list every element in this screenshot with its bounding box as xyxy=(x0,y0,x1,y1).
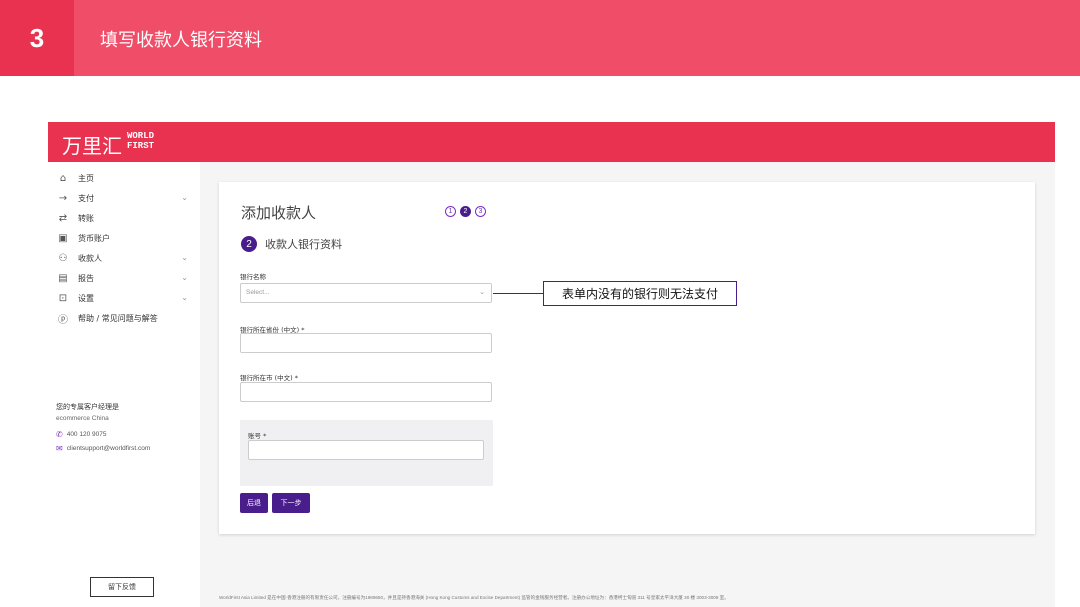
manager-email[interactable]: ✉ clientsupport@worldfirst.com xyxy=(56,444,150,453)
sidebar-item-label: 支付 xyxy=(78,193,94,203)
arrow-right-icon: → xyxy=(58,192,68,204)
annotation-callout: 表单内没有的银行则无法支付 xyxy=(543,281,737,306)
account-manager-title: 您的专属客户经理是 xyxy=(56,403,119,411)
chevron-down-icon: ⌄ xyxy=(181,293,188,302)
sidebar-item-label: 主页 xyxy=(78,173,94,183)
logo-en-line2: FIRST xyxy=(127,141,155,151)
manager-phone-text: 400 120 9075 xyxy=(66,431,107,438)
back-button[interactable]: 后退 xyxy=(240,493,268,513)
sidebar-item-transfer[interactable]: ⇄ 转账 xyxy=(56,210,188,226)
sidebar-item-reports[interactable]: ▤ 报告 ⌄ xyxy=(56,270,188,286)
chevron-down-icon: ⌄ xyxy=(181,273,188,282)
next-button[interactable]: 下一步 xyxy=(272,493,310,513)
province-input[interactable] xyxy=(240,333,492,353)
city-label: 银行所在市 (中文) * xyxy=(240,374,298,382)
manager-phone[interactable]: ✆ 400 120 9075 xyxy=(56,430,106,439)
sidebar-item-label: 帮助 / 常见问题与解答 xyxy=(78,313,158,323)
help-icon: ⓟ xyxy=(58,314,68,326)
sidebar-item-label: 报告 xyxy=(78,273,94,283)
feedback-button[interactable]: 留下反馈 xyxy=(90,577,154,597)
step-indicator: 1 2 3 xyxy=(445,206,486,217)
mail-icon: ✉ xyxy=(56,444,63,453)
logo-chinese[interactable]: 万里汇 xyxy=(62,130,122,159)
slide-banner: 3 填写收款人银行资料 xyxy=(0,0,1080,76)
section-heading: 2 收款人银行资料 xyxy=(241,236,342,252)
app-header: 万里汇 WORLD FIRST xyxy=(48,122,1055,162)
settings-icon: ⊡ xyxy=(58,292,68,304)
slide-title: 填写收款人银行资料 xyxy=(100,30,262,51)
step-number-badge: 3 xyxy=(0,0,74,76)
transfer-icon: ⇄ xyxy=(58,212,68,224)
logo-en-line1: WORLD xyxy=(127,131,155,141)
bank-name-label: 银行名称 xyxy=(240,273,266,281)
sidebar-item-home[interactable]: ⌂ 主页 xyxy=(56,170,188,186)
logo-english[interactable]: WORLD FIRST xyxy=(127,131,154,151)
manager-email-text: clientsupport@worldfirst.com xyxy=(66,445,151,452)
account-manager-name: ecommerce China xyxy=(56,415,109,422)
report-icon: ▤ xyxy=(58,272,68,284)
bank-name-select[interactable]: Select... ⌄ xyxy=(240,283,492,303)
section-number: 2 xyxy=(241,236,257,252)
legal-footer: WorldFirst Asia Limited 是在中国·香港注册的有限责任公司… xyxy=(219,595,729,600)
step-2: 2 xyxy=(460,206,471,217)
step-1: 1 xyxy=(445,206,456,217)
app-window: 万里汇 WORLD FIRST ⌂ 主页 → 支付 ⌄ ⇄ 转账 ▣ 货币账户 … xyxy=(48,122,1055,607)
account-field-group: 账号 * xyxy=(240,420,493,486)
bank-name-placeholder: Select... xyxy=(246,289,270,296)
sidebar-item-label: 设置 xyxy=(78,293,94,303)
account-label: 账号 * xyxy=(248,432,267,440)
chevron-down-icon: ⌄ xyxy=(479,288,485,296)
phone-icon: ✆ xyxy=(56,430,63,439)
sidebar-item-help[interactable]: ⓟ 帮助 / 常见问题与解答 xyxy=(56,310,188,326)
sidebar-item-currency-accounts[interactable]: ▣ 货币账户 xyxy=(56,230,188,246)
sidebar-item-label: 转账 xyxy=(78,213,94,223)
section-title: 收款人银行资料 xyxy=(265,238,342,251)
sidebar-item-label: 收款人 xyxy=(78,253,102,263)
chevron-down-icon: ⌄ xyxy=(181,253,188,262)
add-payee-card: 添加收款人 1 2 3 2 收款人银行资料 银行名称 Select... ⌄ 银… xyxy=(219,182,1035,534)
sidebar-item-label: 货币账户 xyxy=(78,233,110,243)
chevron-down-icon: ⌄ xyxy=(181,193,188,202)
sidebar-item-payees[interactable]: ⚇ 收款人 ⌄ xyxy=(56,250,188,266)
currency-account-icon: ▣ xyxy=(58,232,68,244)
home-icon: ⌂ xyxy=(59,172,67,184)
payees-icon: ⚇ xyxy=(58,252,68,264)
sidebar-item-settings[interactable]: ⊡ 设置 ⌄ xyxy=(56,290,188,306)
callout-connector xyxy=(493,293,543,294)
step-3: 3 xyxy=(475,206,486,217)
page-title: 添加收款人 xyxy=(241,204,317,222)
sidebar: ⌂ 主页 → 支付 ⌄ ⇄ 转账 ▣ 货币账户 ⚇ 收款人 ⌄ ▤ 报告 ⌄ ⊡… xyxy=(48,162,200,607)
sidebar-item-payments[interactable]: → 支付 ⌄ xyxy=(56,190,188,206)
city-input[interactable] xyxy=(240,382,492,402)
account-input[interactable] xyxy=(248,440,484,460)
